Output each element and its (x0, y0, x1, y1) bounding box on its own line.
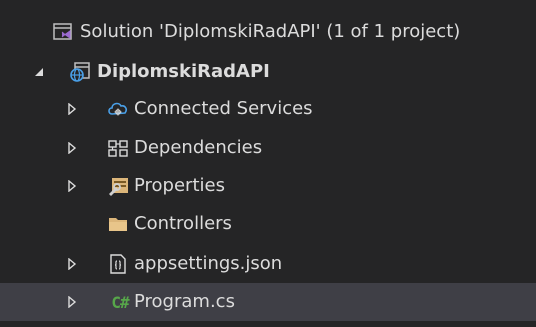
collapsed-arrow-icon[interactable] (65, 179, 79, 193)
tree-row-connected-services[interactable]: Connected Services (0, 90, 536, 128)
solution-label: Solution 'DiplomskiRadAPI' (1 of 1 proje… (80, 21, 461, 42)
web-project-icon (69, 61, 91, 83)
tree-row-program-cs[interactable]: C# Program.cs (0, 283, 536, 321)
csharp-file-icon: C# (111, 292, 129, 312)
solution-explorer-tree: Solution 'DiplomskiRadAPI' (1 of 1 proje… (0, 0, 536, 327)
controllers-label: Controllers (134, 213, 232, 234)
solution-icon (52, 21, 74, 43)
tree-row-project[interactable]: DiplomskiRadAPI (0, 53, 536, 91)
dependencies-label: Dependencies (134, 137, 263, 158)
tree-row-properties[interactable]: Properties (0, 167, 536, 205)
tree-row-appsettings[interactable]: appsettings.json (0, 245, 536, 283)
collapsed-arrow-icon[interactable] (65, 102, 79, 116)
program-cs-label: Program.cs (134, 291, 235, 312)
connected-services-label: Connected Services (134, 98, 313, 119)
tree-row-dependencies[interactable]: Dependencies (0, 129, 536, 167)
collapsed-arrow-icon[interactable] (65, 295, 79, 309)
wrench-icon (107, 175, 129, 197)
collapsed-arrow-icon[interactable] (65, 141, 79, 155)
json-file-icon (107, 253, 129, 275)
tree-row-controllers[interactable]: Controllers (0, 205, 536, 243)
tree-row-solution[interactable]: Solution 'DiplomskiRadAPI' (1 of 1 proje… (0, 13, 536, 51)
project-label: DiplomskiRadAPI (97, 61, 270, 82)
collapsed-arrow-icon[interactable] (65, 257, 79, 271)
folder-icon (107, 213, 129, 235)
expanded-arrow-icon[interactable] (32, 65, 46, 79)
properties-label: Properties (134, 175, 225, 196)
appsettings-label: appsettings.json (134, 253, 283, 274)
dependencies-icon (107, 137, 129, 159)
cloud-icon (107, 98, 129, 120)
